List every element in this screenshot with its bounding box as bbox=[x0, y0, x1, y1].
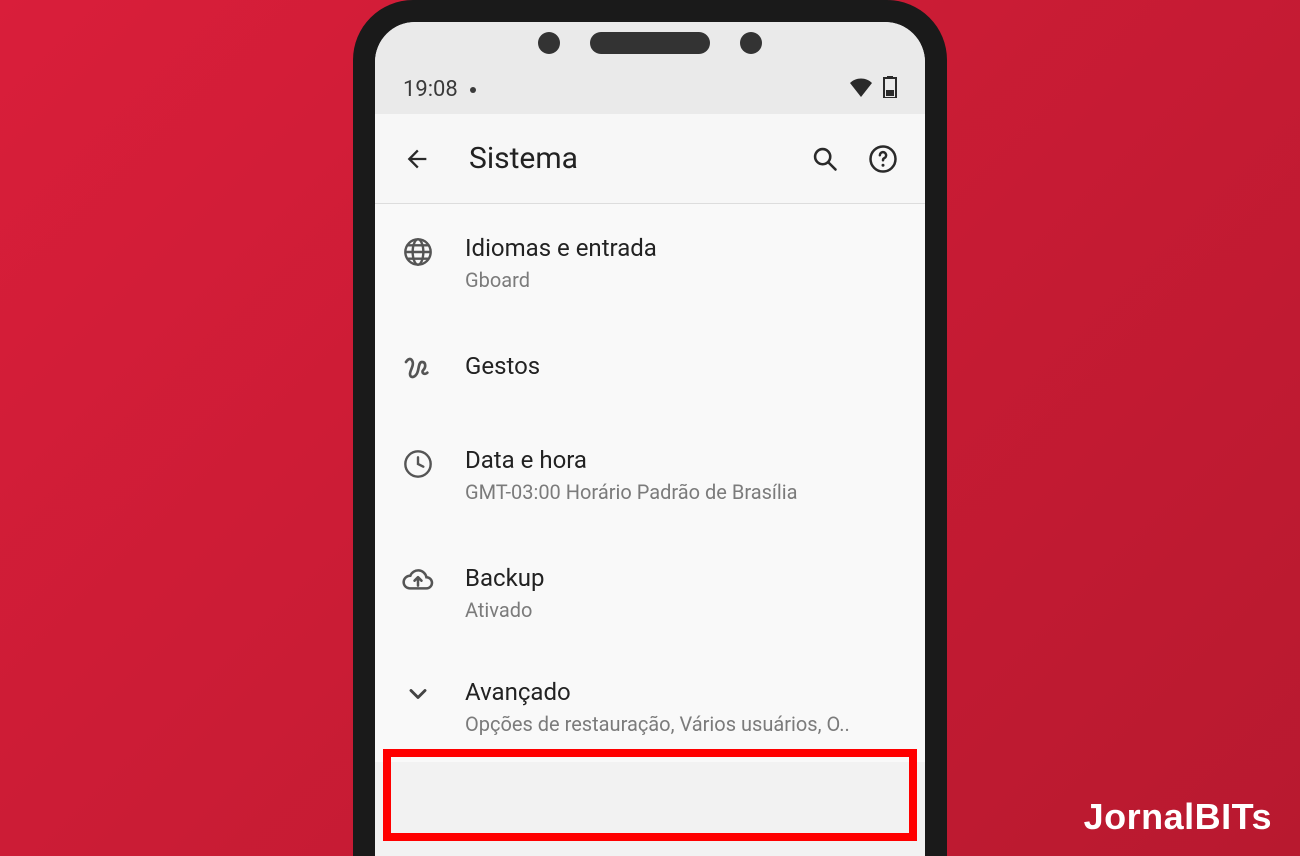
clock-icon bbox=[402, 448, 434, 480]
arrow-left-icon bbox=[403, 145, 431, 173]
item-subtitle: Gboard bbox=[465, 268, 901, 292]
phone-frame: 19:08 Sistema bbox=[353, 0, 947, 856]
status-dot-icon bbox=[470, 87, 476, 93]
item-title: Data e hora bbox=[465, 446, 901, 474]
item-title: Gestos bbox=[465, 352, 901, 380]
item-title: Idiomas e entrada bbox=[465, 234, 901, 262]
settings-item-languages[interactable]: Idiomas e entrada Gboard bbox=[375, 204, 925, 322]
help-icon bbox=[868, 144, 898, 174]
back-button[interactable] bbox=[393, 135, 441, 183]
wifi-icon bbox=[849, 77, 873, 101]
watermark-logo: JornalBITs bbox=[1084, 796, 1272, 838]
settings-item-backup[interactable]: Backup Ativado bbox=[375, 534, 925, 652]
app-bar: Sistema bbox=[375, 114, 925, 204]
search-button[interactable] bbox=[801, 135, 849, 183]
help-button[interactable] bbox=[859, 135, 907, 183]
settings-item-advanced[interactable]: Avançado Opções de restauração, Vários u… bbox=[375, 652, 925, 762]
page-title: Sistema bbox=[451, 141, 791, 176]
item-title: Backup bbox=[465, 564, 901, 592]
item-subtitle: GMT-03:00 Horário Padrão de Brasília bbox=[465, 480, 901, 504]
settings-list: Idiomas e entrada Gboard Gestos Data e h… bbox=[375, 204, 925, 762]
battery-icon bbox=[883, 76, 897, 102]
settings-item-gestures[interactable]: Gestos bbox=[375, 322, 925, 416]
item-subtitle: Ativado bbox=[465, 598, 901, 622]
status-time: 19:08 bbox=[403, 77, 458, 102]
chevron-down-icon bbox=[404, 680, 432, 708]
item-title: Avançado bbox=[465, 678, 901, 706]
cloud-upload-icon bbox=[401, 566, 435, 594]
watermark-text: JornalBITs bbox=[1084, 796, 1272, 838]
item-subtitle: Opções de restauração, Vários usuários, … bbox=[465, 712, 901, 736]
settings-item-datetime[interactable]: Data e hora GMT-03:00 Horário Padrão de … bbox=[375, 416, 925, 534]
highlight-box bbox=[383, 749, 917, 841]
gesture-icon bbox=[402, 354, 434, 386]
search-icon bbox=[811, 145, 839, 173]
phone-screen: 19:08 Sistema bbox=[375, 22, 925, 856]
phone-notch bbox=[538, 32, 762, 54]
globe-icon bbox=[402, 236, 434, 268]
